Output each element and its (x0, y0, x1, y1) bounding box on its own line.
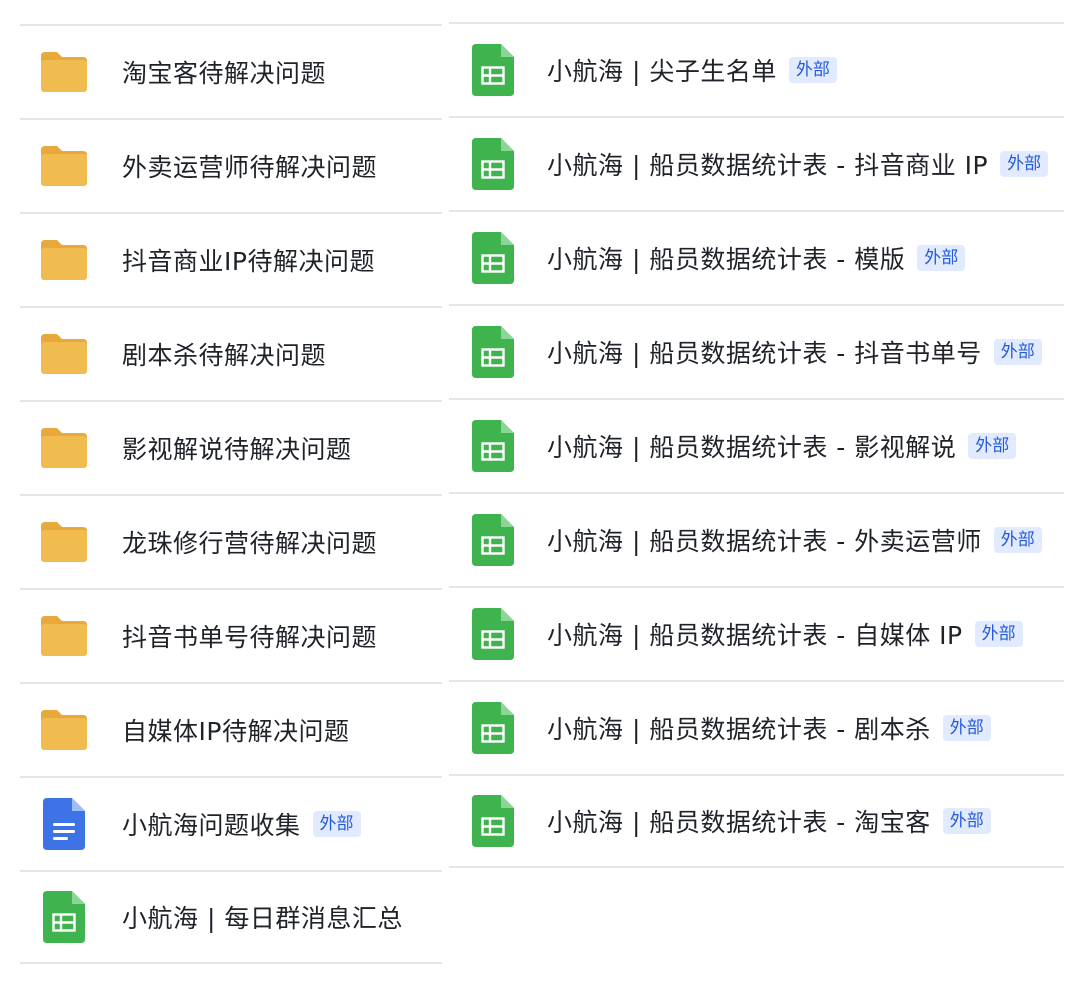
file-name: 小航海 | 船员数据统计表 - 抖音商业 IP (547, 151, 989, 180)
sheet-icon (467, 514, 519, 566)
file-list-item[interactable]: 小航海 | 船员数据统计表 - 抖音商业 IP 外部 (449, 116, 1064, 210)
right-file-list: 小航海 | 尖子生名单 外部 小航海 | 船员数据统计表 - 抖音商业 IP 外部 … (449, 22, 1064, 868)
file-name: 小航海问题收集 (122, 811, 301, 840)
file-name: 抖音商业IP待解决问题 (122, 247, 375, 276)
file-label-line: 小航海 | 船员数据统计表 - 影视解说 外部 (547, 428, 1017, 464)
sheet-icon (467, 795, 519, 847)
folder-icon (38, 234, 90, 286)
sheet-icon (38, 891, 90, 943)
file-name: 影视解说待解决问题 (122, 435, 352, 464)
file-list-item[interactable]: 小航海问题收集 外部 (20, 776, 442, 870)
file-list-item[interactable]: 外卖运营师待解决问题 (20, 118, 442, 212)
external-badge: 外部 (312, 810, 361, 838)
file-name: 小航海 | 船员数据统计表 - 模版 (547, 245, 906, 274)
file-label-line: 小航海 | 船员数据统计表 - 剧本杀 外部 (547, 710, 991, 746)
file-list-item[interactable]: 淘宝客待解决问题 (20, 24, 442, 118)
file-label-line: 小航海问题收集 外部 (122, 806, 361, 842)
file-name: 小航海 | 每日群消息汇总 (122, 904, 403, 933)
external-badge: 外部 (1000, 150, 1049, 178)
file-list-item[interactable]: 小航海 | 每日群消息汇总 (20, 870, 442, 964)
file-name: 自媒体IP待解决问题 (122, 717, 350, 746)
external-badge: 外部 (917, 244, 966, 272)
file-label-line: 小航海 | 船员数据统计表 - 自媒体 IP 外部 (547, 616, 1023, 652)
file-label-line: 抖音商业IP待解决问题 (122, 242, 375, 278)
file-name: 剧本杀待解决问题 (122, 341, 327, 370)
external-badge: 外部 (942, 807, 991, 835)
file-label-line: 影视解说待解决问题 (122, 430, 352, 466)
file-name: 小航海 | 船员数据统计表 - 自媒体 IP (547, 621, 963, 650)
file-name: 小航海 | 船员数据统计表 - 外卖运营师 (547, 527, 982, 556)
sheet-icon (467, 44, 519, 96)
sheet-icon (467, 138, 519, 190)
left-file-list: 淘宝客待解决问题 外卖运营师待解决问题 抖音商业IP待解决问题 剧本杀待解决问题… (20, 24, 442, 964)
file-list-item[interactable]: 影视解说待解决问题 (20, 400, 442, 494)
external-badge: 外部 (993, 526, 1042, 554)
file-label-line: 小航海 | 尖子生名单 外部 (547, 52, 837, 88)
file-name: 抖音书单号待解决问题 (122, 623, 378, 652)
file-label-line: 剧本杀待解决问题 (122, 336, 326, 372)
file-list-item[interactable]: 小航海 | 船员数据统计表 - 淘宝客 外部 (449, 774, 1064, 868)
file-list-item[interactable]: 龙珠修行营待解决问题 (20, 494, 442, 588)
file-label-line: 小航海 | 船员数据统计表 - 抖音书单号 外部 (547, 334, 1042, 370)
file-label-line: 小航海 | 船员数据统计表 - 外卖运营师 外部 (547, 522, 1042, 558)
file-label-line: 龙珠修行营待解决问题 (122, 524, 377, 560)
file-list-item[interactable]: 小航海 | 船员数据统计表 - 抖音书单号 外部 (449, 304, 1064, 398)
file-name: 小航海 | 尖子生名单 (547, 57, 777, 86)
external-badge: 外部 (968, 432, 1017, 460)
external-badge: 外部 (942, 714, 991, 742)
doc-icon (38, 798, 90, 850)
sheet-icon (467, 702, 519, 754)
file-label-line: 小航海 | 船员数据统计表 - 淘宝客 外部 (547, 803, 991, 839)
folder-icon (38, 328, 90, 380)
sheet-icon (467, 608, 519, 660)
file-list-item[interactable]: 抖音商业IP待解决问题 (20, 212, 442, 306)
file-label-line: 外卖运营师待解决问题 (122, 148, 377, 184)
sheet-icon (467, 326, 519, 378)
sheet-icon (467, 420, 519, 472)
file-name: 小航海 | 船员数据统计表 - 淘宝客 (547, 808, 931, 837)
file-list-item[interactable]: 自媒体IP待解决问题 (20, 682, 442, 776)
folder-icon (38, 704, 90, 756)
file-list-item[interactable]: 小航海 | 尖子生名单 外部 (449, 22, 1064, 116)
external-badge: 外部 (788, 56, 837, 84)
file-name: 龙珠修行营待解决问题 (122, 529, 378, 558)
folder-icon (38, 422, 90, 474)
file-list-item[interactable]: 小航海 | 船员数据统计表 - 剧本杀 外部 (449, 680, 1064, 774)
file-list-item[interactable]: 小航海 | 船员数据统计表 - 外卖运营师 外部 (449, 492, 1064, 586)
file-label-line: 抖音书单号待解决问题 (122, 618, 377, 654)
file-list-item[interactable]: 小航海 | 船员数据统计表 - 模版 外部 (449, 210, 1064, 304)
file-name: 小航海 | 船员数据统计表 - 影视解说 (547, 433, 957, 462)
file-list-item[interactable]: 小航海 | 船员数据统计表 - 影视解说 外部 (449, 398, 1064, 492)
file-label-line: 自媒体IP待解决问题 (122, 712, 349, 748)
file-label-line: 小航海 | 船员数据统计表 - 模版 外部 (547, 240, 966, 276)
folder-icon (38, 46, 90, 98)
file-list-item[interactable]: 剧本杀待解决问题 (20, 306, 442, 400)
sheet-icon (467, 232, 519, 284)
folder-icon (38, 610, 90, 662)
file-label-line: 小航海 | 每日群消息汇总 (122, 899, 403, 935)
file-name: 小航海 | 船员数据统计表 - 抖音书单号 (547, 339, 982, 368)
file-name: 外卖运营师待解决问题 (122, 153, 378, 182)
file-list-item[interactable]: 小航海 | 船员数据统计表 - 自媒体 IP 外部 (449, 586, 1064, 680)
file-label-line: 小航海 | 船员数据统计表 - 抖音商业 IP 外部 (547, 146, 1049, 182)
folder-icon (38, 140, 90, 192)
external-badge: 外部 (993, 338, 1042, 366)
file-name: 小航海 | 船员数据统计表 - 剧本杀 (547, 715, 931, 744)
folder-icon (38, 516, 90, 568)
external-badge: 外部 (974, 620, 1023, 648)
file-label-line: 淘宝客待解决问题 (122, 54, 326, 90)
file-list-item[interactable]: 抖音书单号待解决问题 (20, 588, 442, 682)
file-name: 淘宝客待解决问题 (122, 59, 327, 88)
